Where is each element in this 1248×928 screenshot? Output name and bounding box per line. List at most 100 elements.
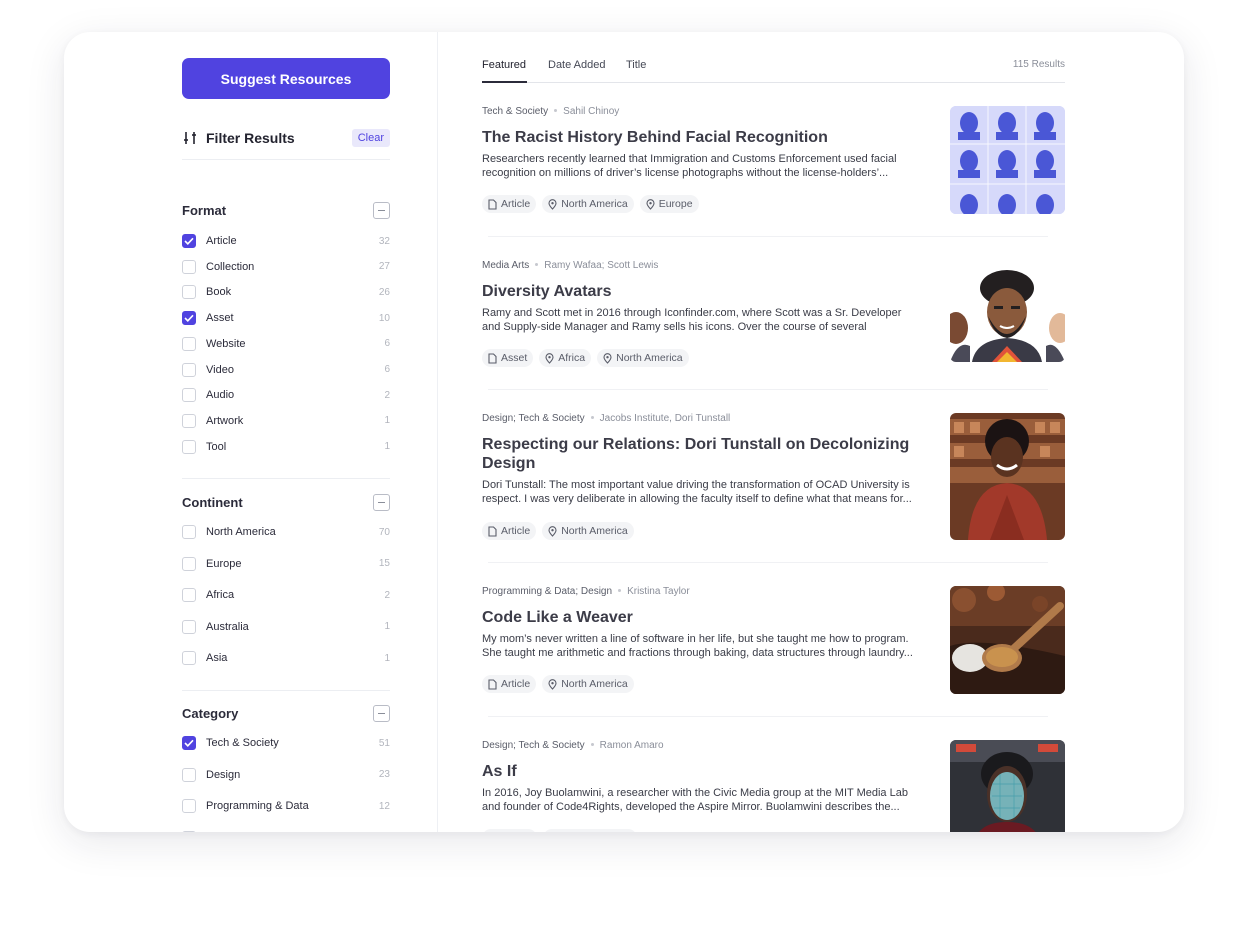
checkbox[interactable] <box>182 736 196 750</box>
continent-option-north-america[interactable]: North America 70 <box>182 525 390 539</box>
item-category: Programming & Data; Design <box>482 586 613 597</box>
format-option-tool[interactable]: Tool 1 <box>182 439 390 454</box>
location-pin-icon <box>603 352 612 364</box>
checkbox[interactable] <box>182 362 196 377</box>
continent-collapse-button[interactable] <box>373 493 390 511</box>
format-option-book[interactable]: Book 26 <box>182 285 390 300</box>
checkbox[interactable] <box>182 234 196 248</box>
checkbox[interactable] <box>182 799 196 813</box>
item-thumbnail-mugshot-grid[interactable] <box>950 106 1065 214</box>
checkbox[interactable] <box>182 413 196 428</box>
tab-featured[interactable]: Featured <box>482 59 526 71</box>
checkbox[interactable] <box>182 285 196 300</box>
continent-option-australia[interactable]: Australia 1 <box>182 619 390 634</box>
option-count: 51 <box>378 737 390 749</box>
item-title[interactable]: Respecting our Relations: Dori Tunstall … <box>482 435 914 473</box>
item-author: Kristina Taylor <box>627 586 690 597</box>
continent-option-asia[interactable]: Asia 1 <box>182 651 390 665</box>
tab-title[interactable]: Title <box>626 59 646 71</box>
checkbox[interactable] <box>182 439 196 454</box>
item-title[interactable]: The Racist History Behind Facial Recogni… <box>482 128 914 147</box>
tag-format[interactable]: Article <box>482 522 537 540</box>
suggest-resources-button[interactable]: Suggest Resources <box>182 58 390 99</box>
category-collapse-button[interactable] <box>373 704 390 722</box>
face-tracking-image <box>950 740 1065 832</box>
format-option-collection[interactable]: Collection 27 <box>182 259 390 274</box>
item-thumbnail-avatar-illustration[interactable] <box>950 266 1065 362</box>
item-category: Design; Tech & Society <box>482 413 585 424</box>
tag-location[interactable]: North America <box>542 675 634 693</box>
checkbox[interactable] <box>182 311 196 326</box>
tag-location[interactable]: Africa <box>539 349 592 367</box>
format-option-artwork[interactable]: Artwork 1 <box>182 413 390 428</box>
tag-location[interactable]: North America <box>542 195 634 213</box>
clear-filters-button[interactable]: Clear <box>351 129 390 147</box>
item-title[interactable]: Diversity Avatars <box>482 282 914 301</box>
option-label: Design <box>206 768 241 781</box>
format-section-title: Format <box>182 202 227 218</box>
format-option-website[interactable]: Website 6 <box>182 336 390 351</box>
item-title[interactable]: Code Like a Weaver <box>482 608 914 627</box>
option-label: Article <box>206 235 237 247</box>
item-author: Ramon Amaro <box>599 740 664 751</box>
checkbox[interactable] <box>182 388 196 403</box>
minus-icon <box>378 501 385 503</box>
checkbox[interactable] <box>182 259 196 274</box>
continent-option-africa[interactable]: Africa 2 <box>182 588 390 602</box>
checkbox[interactable] <box>182 336 196 351</box>
option-count: 10 <box>378 312 390 324</box>
tag-location[interactable]: Europe <box>639 195 699 213</box>
checkbox[interactable] <box>182 767 196 782</box>
result-item[interactable]: Media Arts Ramy Wafaa; Scott Lewis Divers… <box>482 260 1065 367</box>
minus-icon <box>378 712 385 714</box>
sort-tabs: Featured Date Added Title 115 Results <box>482 32 1065 83</box>
continent-section: Continent <box>182 492 390 512</box>
option-label: Asia <box>206 652 228 664</box>
location-pin-icon <box>548 678 557 690</box>
item-title[interactable]: As If <box>482 762 914 781</box>
format-section: Format <box>182 200 390 220</box>
tag-location[interactable]: North America <box>542 522 634 540</box>
item-tags: Article North America Europe <box>482 195 699 213</box>
item-description: Ramy and Scott met in 2016 through Iconf… <box>482 307 902 333</box>
tag-format[interactable]: Article <box>482 195 537 213</box>
item-thumbnail-spoon-spices-photo[interactable] <box>950 586 1065 694</box>
tag-location[interactable]: North America <box>597 349 689 367</box>
checkbox[interactable] <box>182 830 196 832</box>
item-tags <box>482 829 637 832</box>
item-thumbnail-portrait-photo[interactable] <box>950 413 1065 540</box>
checkbox[interactable] <box>182 651 196 665</box>
checkmark-icon <box>184 237 194 245</box>
result-item[interactable]: Programming & Data; Design Kristina Taylo… <box>482 586 1065 694</box>
continent-option-europe[interactable]: Europe 15 <box>182 556 390 571</box>
tab-date-added[interactable]: Date Added <box>548 59 606 71</box>
format-option-article[interactable]: Article 32 <box>182 234 390 248</box>
tag-format[interactable]: Article <box>482 675 537 693</box>
checkbox[interactable] <box>182 619 196 634</box>
option-label: Video <box>206 363 234 376</box>
spoon-spices-image <box>950 586 1065 694</box>
option-count: 6 <box>384 338 390 350</box>
category-option-tech-society[interactable]: Tech & Society 51 <box>182 736 390 750</box>
category-option-design[interactable]: Design 23 <box>182 767 390 782</box>
result-item[interactable]: Tech & Society Sahil Chinoy The Racist Hi… <box>482 106 1065 214</box>
document-icon <box>488 198 497 210</box>
result-item[interactable]: Design; Tech & Society Ramon Amaro As If … <box>482 740 1065 832</box>
avatar-illustration-image <box>950 266 1065 362</box>
format-option-video[interactable]: Video 6 <box>182 362 390 377</box>
divider <box>488 236 1048 237</box>
result-item[interactable]: Design; Tech & Society Jacobs Institute, … <box>482 413 1065 540</box>
checkbox[interactable] <box>182 588 196 602</box>
option-count: 27 <box>378 261 390 273</box>
checkbox[interactable] <box>182 525 196 539</box>
checkmark-icon <box>184 314 194 323</box>
category-option-programming-data[interactable]: Programming & Data 12 <box>182 799 390 813</box>
category-option-media-arts[interactable]: Media Arts12 <box>182 830 390 832</box>
item-thumbnail-face-tracking-photo[interactable] <box>950 740 1065 832</box>
format-option-asset[interactable]: Asset 10 <box>182 311 390 326</box>
format-collapse-button[interactable] <box>373 201 390 219</box>
checkbox[interactable] <box>182 556 196 571</box>
format-option-audio[interactable]: Audio 2 <box>182 388 390 403</box>
item-tags: Article North America <box>482 675 634 693</box>
tag-format[interactable]: Asset <box>482 349 534 367</box>
